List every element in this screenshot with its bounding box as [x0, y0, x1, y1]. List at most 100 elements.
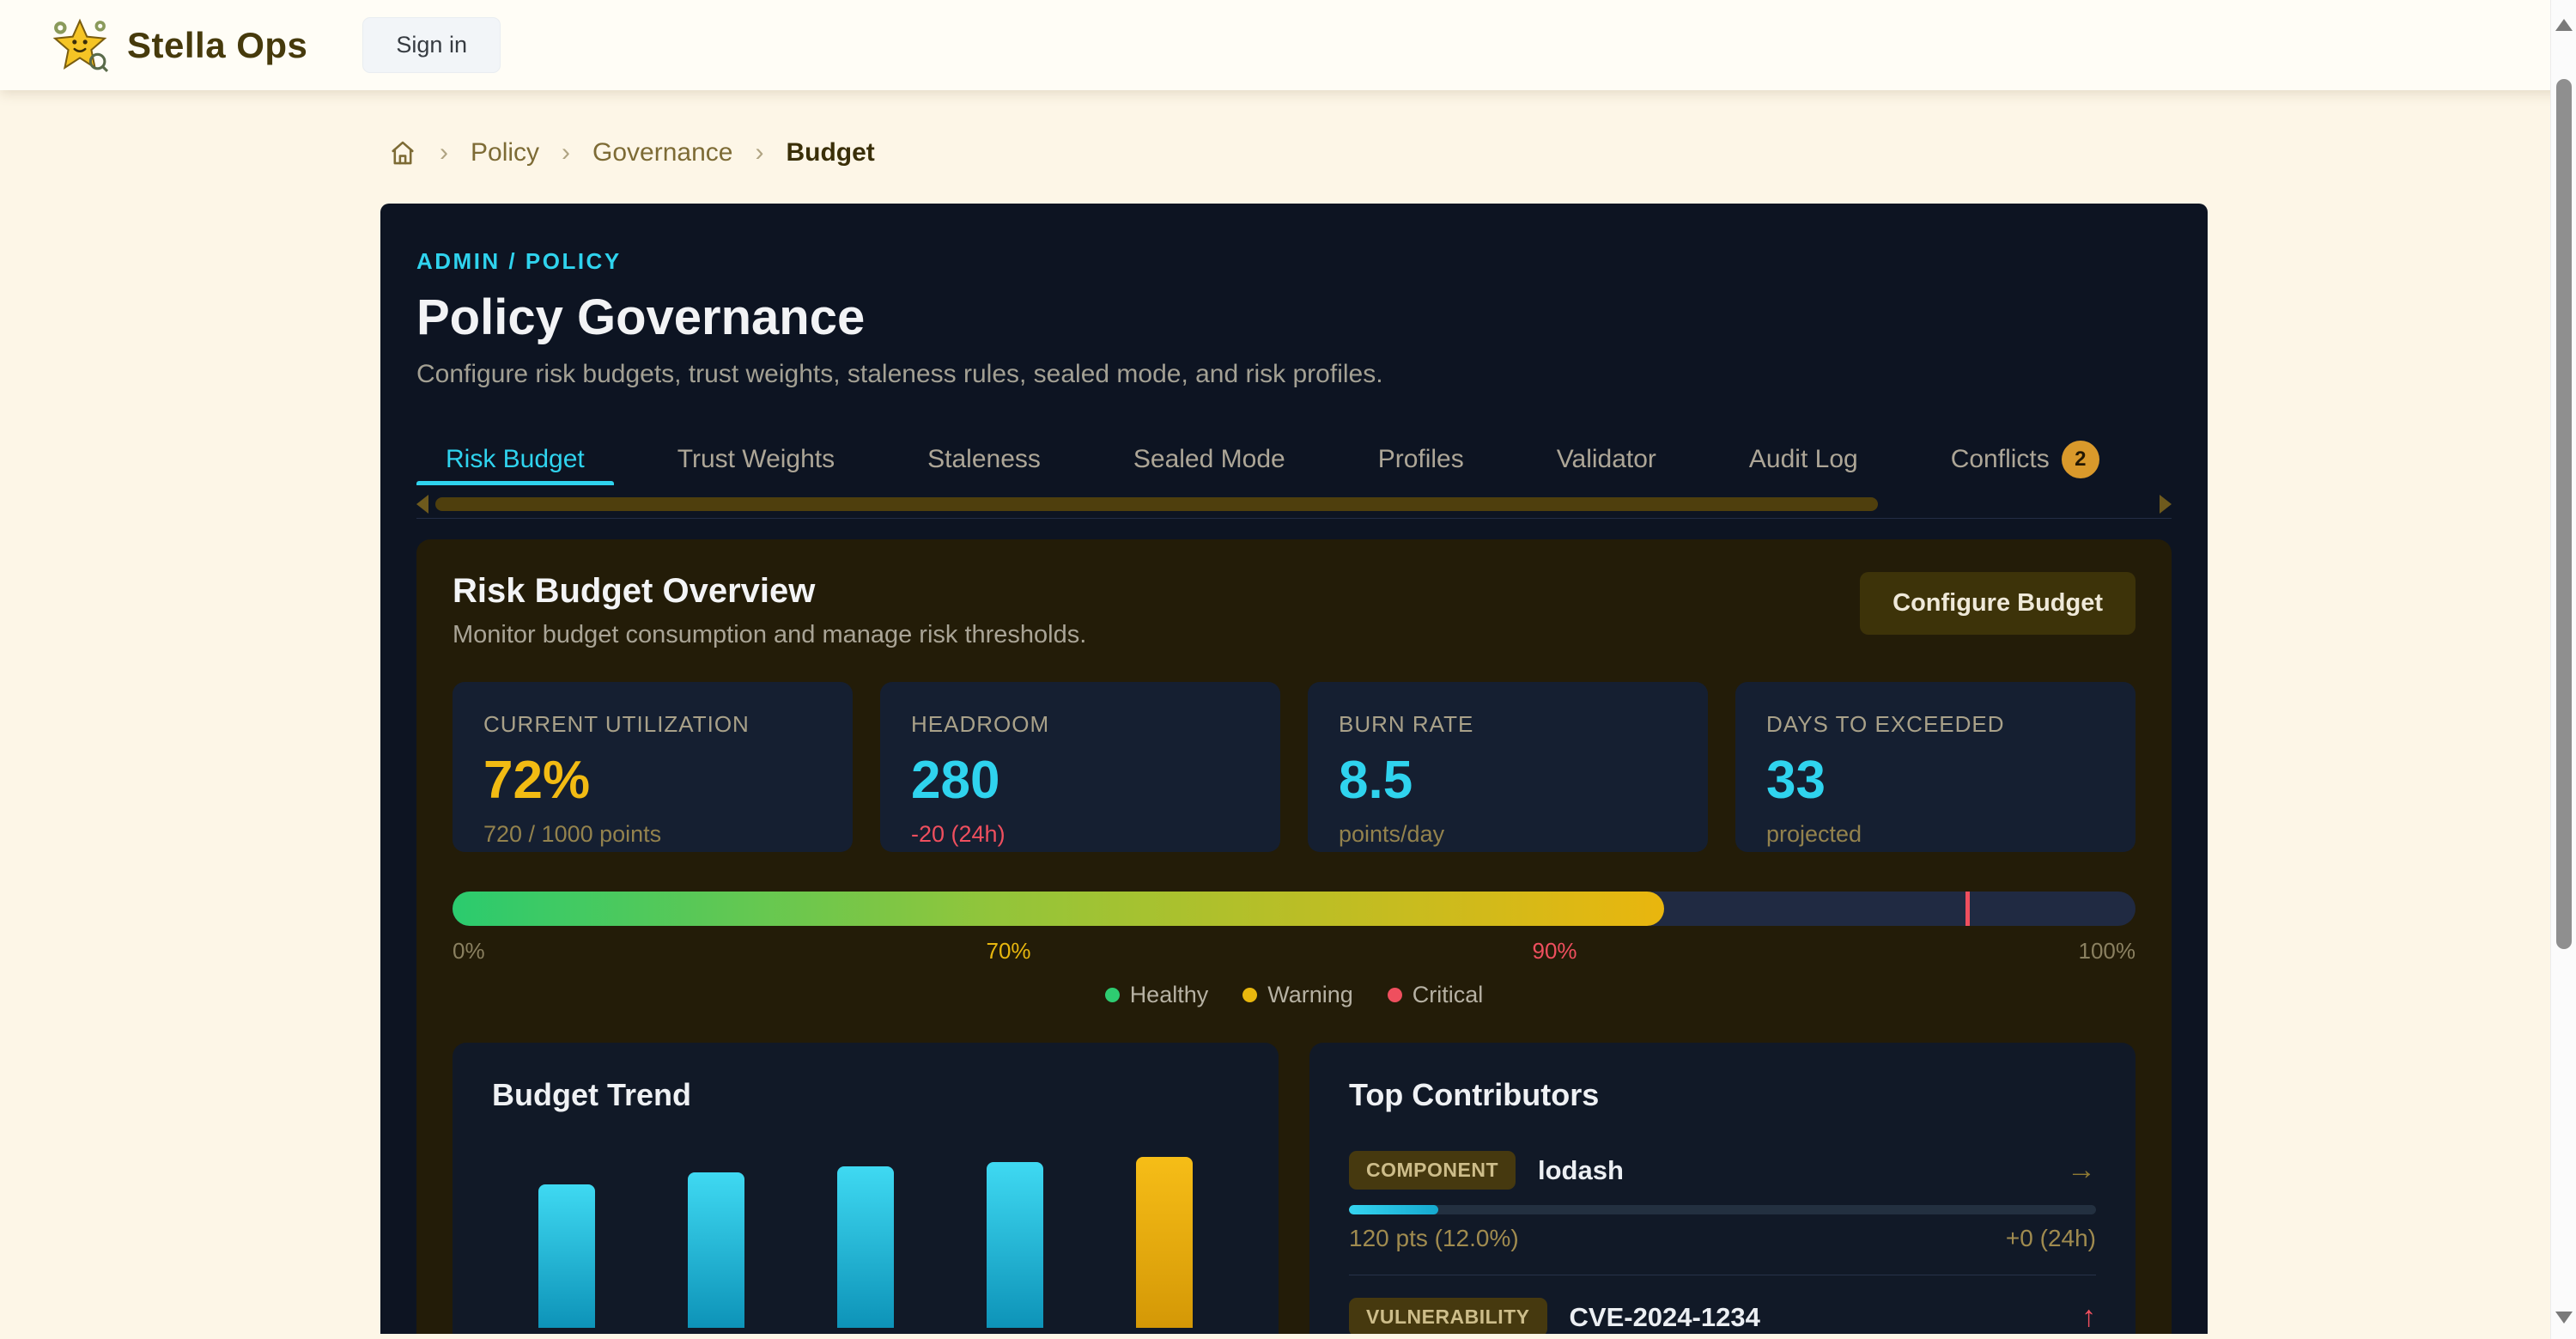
home-icon[interactable]: [388, 138, 417, 167]
chart-column: [492, 1156, 641, 1328]
budget-bar-fill: [453, 892, 1664, 926]
contributor-points: 120 pts (12.0%): [1349, 1225, 1519, 1252]
stella-ops-logo-icon: [52, 17, 108, 74]
tabs-scrollbar-thumb[interactable]: [435, 497, 1878, 511]
stat-label: HEADROOM: [911, 711, 1249, 738]
contributor-delta: +0 (24h): [2006, 1225, 2096, 1252]
critical-dot-icon: [1388, 988, 1402, 1002]
tab-label: Profiles: [1378, 445, 1464, 474]
stat-card-days-to-exceeded: DAYS TO EXCEEDED 33 projected: [1735, 682, 2136, 852]
stat-sublabel: points/day: [1339, 821, 1677, 848]
tab-label: Risk Budget: [446, 445, 585, 474]
tab-label: Validator: [1557, 445, 1656, 474]
stat-label: DAYS TO EXCEEDED: [1766, 711, 2105, 738]
overview-title: Risk Budget Overview: [453, 572, 1086, 611]
breadcrumb-item-policy[interactable]: Policy: [471, 138, 539, 167]
stat-card-burn-rate: BURN RATE 8.5 points/day: [1308, 682, 1708, 852]
budget-trend-chart: [492, 1156, 1239, 1328]
tabs-horizontal-scrollbar: [416, 496, 2172, 513]
budget-tick-labels: 0%70%90%100%: [453, 938, 2136, 965]
stat-card-headroom: HEADROOM 280 -20 (24h): [880, 682, 1280, 852]
configure-budget-button[interactable]: Configure Budget: [1860, 572, 2136, 635]
chart-column: [1090, 1156, 1239, 1328]
stat-sublabel: 720 / 1000 points: [483, 821, 822, 848]
scrollbar-up-arrow-icon[interactable]: [2555, 19, 2573, 31]
scroll-right-arrow-icon[interactable]: [2160, 495, 2172, 514]
trend-up-icon[interactable]: ↑: [2081, 1300, 2096, 1334]
section-eyebrow: ADMIN / POLICY: [416, 248, 2172, 275]
stats-row: CURRENT UTILIZATION 72% 720 / 1000 points H…: [453, 682, 2136, 852]
stat-value: 280: [911, 750, 1249, 811]
tab-profiles[interactable]: Profiles: [1349, 434, 1493, 485]
tab-sealed-mode[interactable]: Sealed Mode: [1104, 434, 1315, 485]
stat-label: CURRENT UTILIZATION: [483, 711, 822, 738]
contributor-type-badge: COMPONENT: [1349, 1151, 1516, 1190]
contributor-item-cve-2024-1234: VULNERABILITYCVE-2024-1234↑95 pts (9.5%)…: [1349, 1298, 2096, 1334]
page-subtitle: Configure risk budgets, trust weights, s…: [416, 360, 2172, 389]
chart-bar-12-29: [1136, 1157, 1193, 1328]
contributor-name: CVE-2024-1234: [1570, 1302, 1760, 1333]
page-title: Policy Governance: [416, 289, 2172, 346]
critical-threshold-marker: [1965, 892, 1970, 926]
tab-audit-log[interactable]: Audit Log: [1720, 434, 1887, 485]
stat-value: 72%: [483, 750, 822, 811]
contributor-header: COMPONENT lodash →: [1349, 1151, 2096, 1190]
contributor-progress-track: [1349, 1205, 2096, 1214]
chart-bar-12-1: [538, 1184, 595, 1328]
contributor-progress-fill: [1349, 1205, 1438, 1214]
top-contributors-card: Top Contributors COMPONENTlodash→120 pts…: [1309, 1043, 2136, 1334]
stat-value: 33: [1766, 750, 2105, 811]
detail-arrow-icon[interactable]: →: [2067, 1153, 2096, 1187]
stat-sublabel: projected: [1766, 821, 2105, 848]
risk-budget-overview-card: Risk Budget Overview Monitor budget cons…: [416, 539, 2172, 1334]
tab-pl[interactable]: Pl: [2163, 434, 2172, 485]
breadcrumb-item-budget: Budget: [786, 138, 874, 167]
budget-trend-title: Budget Trend: [492, 1077, 1239, 1113]
overview-subtitle: Monitor budget consumption and manage ri…: [453, 621, 1086, 649]
tab-label: Conflicts: [1951, 445, 2050, 474]
budget-trend-card: Budget Trend 12/112/812/1512/2212/29: [453, 1043, 1279, 1334]
stat-card-current-utilization: CURRENT UTILIZATION 72% 720 / 1000 points: [453, 682, 853, 852]
conflicts-count-badge: 2: [2062, 441, 2099, 478]
tab-risk-budget[interactable]: Risk Budget: [416, 434, 614, 485]
browser-scrollbar: [2550, 0, 2576, 1339]
budget-tick-100-: 100%: [2078, 938, 2136, 965]
sign-in-button[interactable]: Sign in: [362, 17, 501, 73]
chart-bar-12-22: [987, 1162, 1043, 1328]
tab-label: Sealed Mode: [1133, 445, 1285, 474]
stat-label: BURN RATE: [1339, 711, 1677, 738]
chart-bar-12-8: [688, 1172, 744, 1328]
breadcrumb-chevron-icon: ›: [440, 138, 448, 167]
tab-validator[interactable]: Validator: [1528, 434, 1686, 485]
stat-value: 8.5: [1339, 750, 1677, 811]
tabs-divider: [416, 518, 2172, 519]
chart-column: [940, 1156, 1090, 1328]
budget-tick-70-: 70%: [987, 938, 1031, 965]
contributor-name: lodash: [1538, 1155, 1624, 1186]
tabs-scrollbar-track[interactable]: [435, 497, 2153, 511]
stat-sublabel: -20 (24h): [911, 821, 1249, 848]
status-legend: Healthy Warning Critical: [453, 982, 2136, 1008]
tab-staleness[interactable]: Staleness: [898, 434, 1070, 485]
budget-tick-0-: 0%: [453, 938, 485, 965]
tab-label: Trust Weights: [677, 445, 835, 474]
scroll-left-arrow-icon[interactable]: [416, 495, 428, 514]
legend-item-warning: Warning: [1242, 982, 1353, 1008]
tab-trust-weights[interactable]: Trust Weights: [648, 434, 864, 485]
legend-label: Warning: [1267, 982, 1353, 1008]
breadcrumb-item-governance[interactable]: Governance: [592, 138, 732, 167]
contributor-type-badge: VULNERABILITY: [1349, 1298, 1547, 1334]
contributor-item-lodash: COMPONENT lodash → 120 pts (12.0%) +0 (24h): [1349, 1151, 2096, 1252]
scrollbar-thumb[interactable]: [2556, 79, 2572, 949]
warning-dot-icon: [1242, 988, 1257, 1002]
breadcrumb-chevron-icon: ›: [755, 138, 763, 167]
legend-item-critical: Critical: [1388, 982, 1484, 1008]
budget-utilization-bar: 0%70%90%100% HealthyWarningCritical: [453, 892, 2136, 1008]
contributor-header: VULNERABILITY CVE-2024-1234 ↑: [1349, 1298, 2096, 1334]
tab-label: Staleness: [927, 445, 1041, 474]
legend-item-healthy: Healthy: [1105, 982, 1209, 1008]
legend-label: Critical: [1413, 982, 1484, 1008]
tab-conflicts[interactable]: Conflicts 2: [1922, 434, 2129, 485]
scrollbar-down-arrow-icon[interactable]: [2555, 1312, 2573, 1324]
topbar: Stella Ops Sign in: [0, 0, 2576, 90]
